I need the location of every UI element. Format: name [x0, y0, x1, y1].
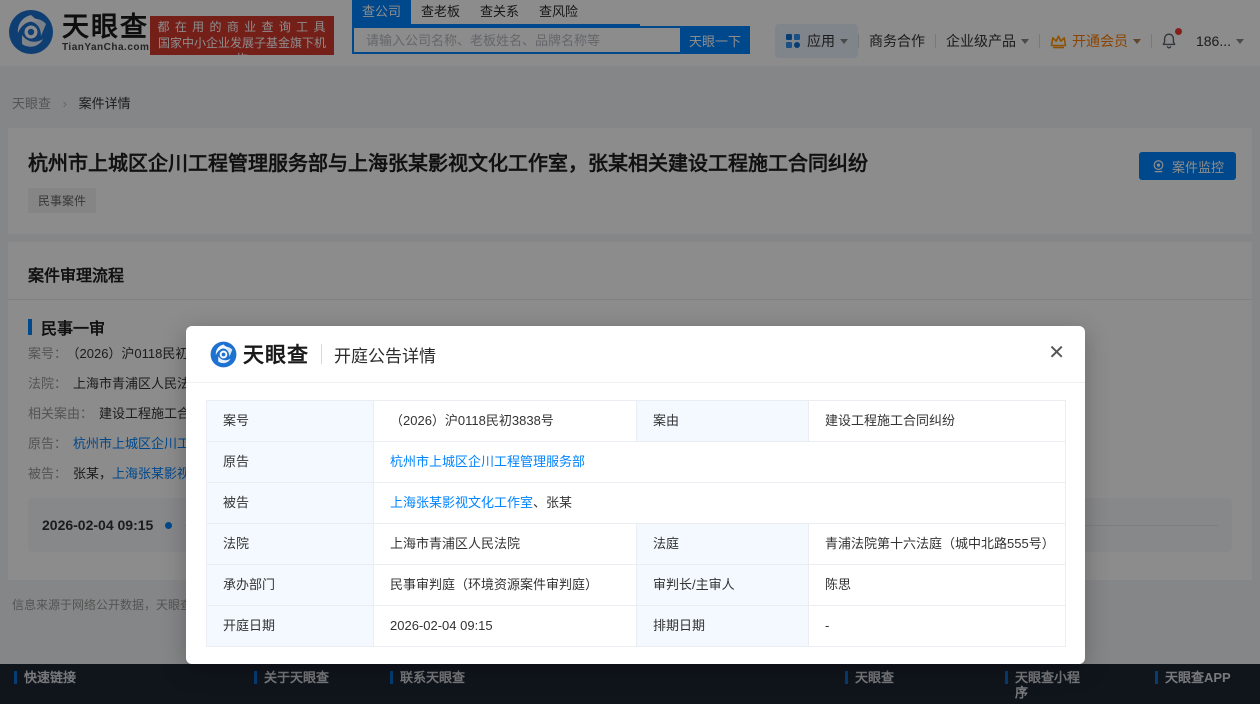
hearing-announcement-modal: 天眼查 开庭公告详情 ✕ 案号 （2026）沪0118民初3838号 案由 建设…: [186, 326, 1085, 664]
cell-value-court: 上海市青浦区人民法院: [374, 524, 637, 565]
cell-value-schedule-date: -: [809, 606, 1066, 647]
table-row: 法院 上海市青浦区人民法院 法庭 青浦法院第十六法庭（城中北路555号）: [207, 524, 1066, 565]
table-row: 原告 杭州市上城区企川工程管理服务部: [207, 442, 1066, 483]
cell-value-case-no: （2026）沪0118民初3838号: [374, 401, 637, 442]
cell-value-judge: 陈思: [809, 565, 1066, 606]
cell-value-hearing-date: 2026-02-04 09:15: [374, 606, 637, 647]
cell-value-plaintiff: 杭州市上城区企川工程管理服务部: [374, 442, 1066, 483]
cell-label-plaintiff: 原告: [207, 442, 374, 483]
cell-label-department: 承办部门: [207, 565, 374, 606]
modal-header: 天眼查 开庭公告详情 ✕: [186, 326, 1085, 383]
divider: [321, 344, 322, 364]
close-icon[interactable]: ✕: [1048, 341, 1065, 365]
defendant-rest: 、张某: [533, 495, 572, 510]
table-row: 被告 上海张某影视文化工作室、张某: [207, 483, 1066, 524]
cell-label-defendant: 被告: [207, 483, 374, 524]
cell-label-schedule-date: 排期日期: [637, 606, 809, 647]
modal-title: 开庭公告详情: [334, 342, 436, 367]
cell-value-courtroom: 青浦法院第十六法庭（城中北路555号）: [809, 524, 1066, 565]
hearing-detail-table: 案号 （2026）沪0118民初3838号 案由 建设工程施工合同纠纷 原告 杭…: [206, 400, 1066, 647]
plaintiff-link[interactable]: 杭州市上城区企川工程管理服务部: [390, 454, 585, 469]
cell-value-cause: 建设工程施工合同纠纷: [809, 401, 1066, 442]
cell-value-department: 民事审判庭（环境资源案件审判庭）: [374, 565, 637, 606]
cell-label-case-no: 案号: [207, 401, 374, 442]
cell-value-defendant: 上海张某影视文化工作室、张某: [374, 483, 1066, 524]
table-row: 承办部门 民事审判庭（环境资源案件审判庭） 审判长/主审人 陈思: [207, 565, 1066, 606]
cell-label-judge: 审判长/主审人: [637, 565, 809, 606]
modal-body: 案号 （2026）沪0118民初3838号 案由 建设工程施工合同纠纷 原告 杭…: [186, 383, 1085, 664]
table-row: 开庭日期 2026-02-04 09:15 排期日期 -: [207, 606, 1066, 647]
table-row: 案号 （2026）沪0118民初3838号 案由 建设工程施工合同纠纷: [207, 401, 1066, 442]
cell-label-hearing-date: 开庭日期: [207, 606, 374, 647]
cell-label-cause: 案由: [637, 401, 809, 442]
modal-brand: 天眼查: [243, 339, 309, 369]
tianyancha-eye-icon: [210, 341, 237, 368]
cell-label-court: 法院: [207, 524, 374, 565]
defendant-link[interactable]: 上海张某影视文化工作室: [390, 495, 533, 510]
cell-label-courtroom: 法庭: [637, 524, 809, 565]
